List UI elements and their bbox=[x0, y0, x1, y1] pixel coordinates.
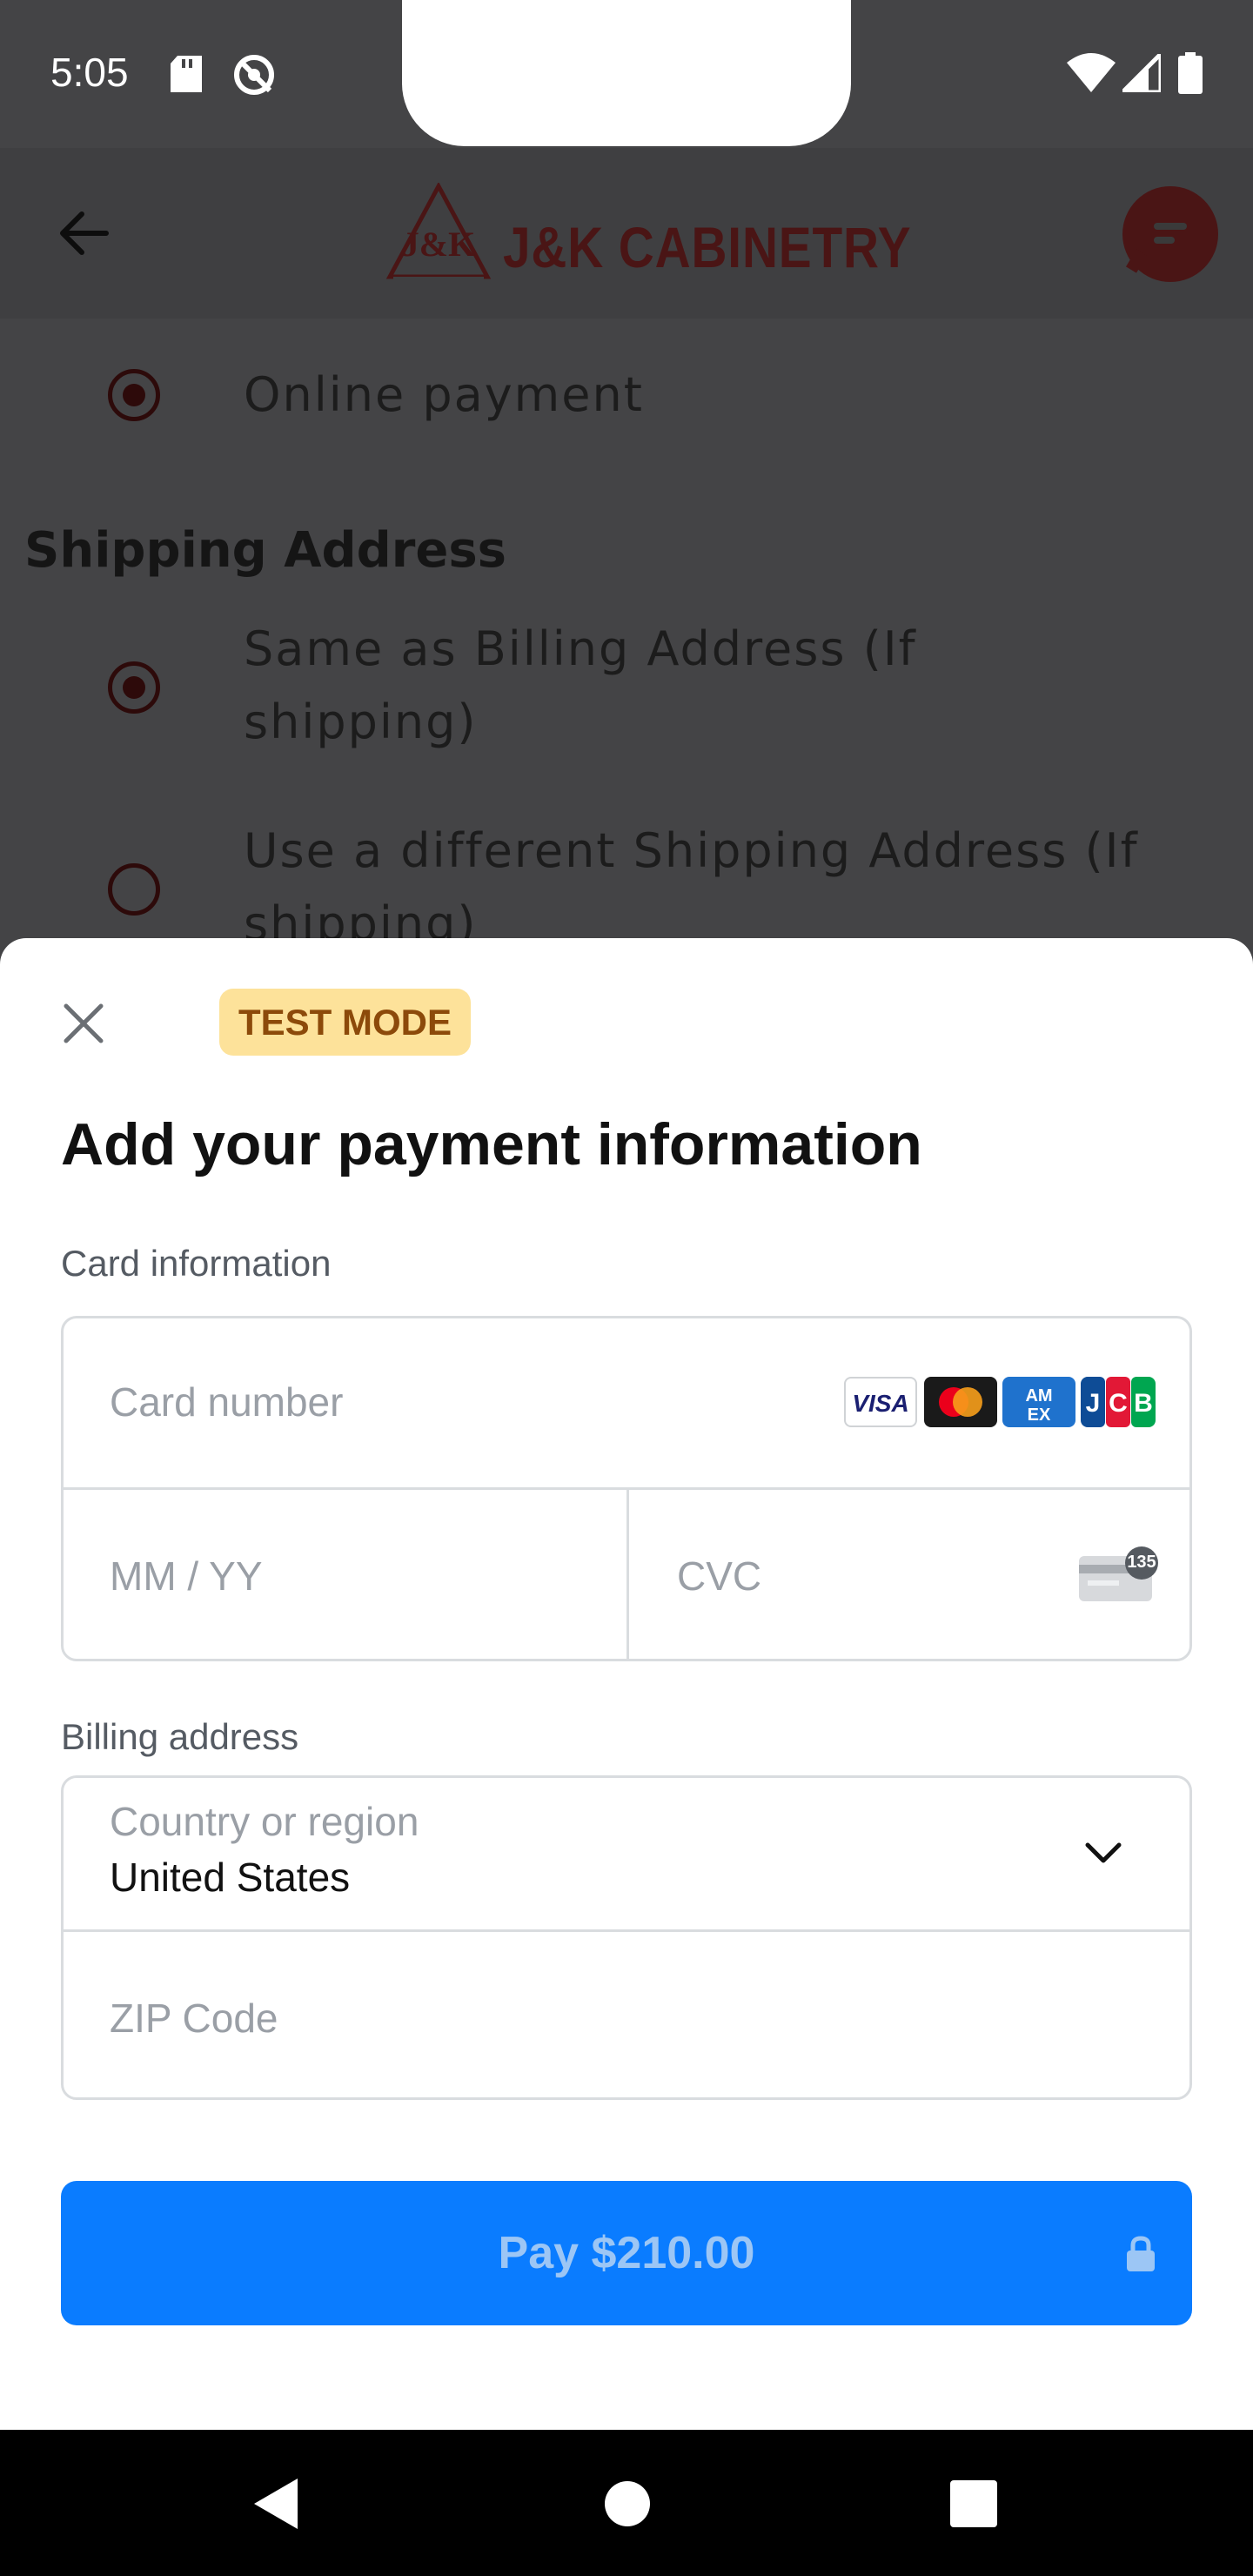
pay-button[interactable]: Pay $210.00 bbox=[61, 2181, 1192, 2325]
sd-card-icon bbox=[171, 56, 202, 96]
svg-text:VISA: VISA bbox=[852, 1390, 908, 1417]
chat-icon bbox=[1125, 223, 1187, 273]
radio-online-payment[interactable] bbox=[108, 369, 160, 421]
wifi-icon bbox=[1067, 52, 1116, 96]
card-number-placeholder: Card number bbox=[110, 1379, 344, 1425]
svg-text:EX: EX bbox=[1028, 1405, 1051, 1425]
card-information-label: Card information bbox=[61, 1243, 332, 1284]
svg-text:AM: AM bbox=[1025, 1386, 1052, 1405]
chat-button[interactable] bbox=[1122, 186, 1218, 282]
radio-same-as-billing[interactable] bbox=[108, 661, 160, 714]
cvc-placeholder: CVC bbox=[677, 1553, 762, 1599]
no-sync-icon bbox=[231, 52, 277, 101]
same-as-billing-label: Same as Billing Address (If shipping) bbox=[244, 621, 917, 749]
svg-text:C: C bbox=[1109, 1389, 1128, 1418]
display-notch bbox=[402, 0, 851, 146]
nav-back-icon[interactable] bbox=[252, 2477, 301, 2534]
battery-icon bbox=[1178, 52, 1203, 97]
status-time: 5:05 bbox=[50, 50, 129, 95]
close-icon bbox=[64, 1003, 104, 1043]
brand-logo: J&K J&K CABINETRY bbox=[385, 183, 911, 285]
back-arrow-icon[interactable] bbox=[56, 205, 111, 265]
country-label: Country or region bbox=[110, 1799, 419, 1844]
svg-text:B: B bbox=[1134, 1389, 1153, 1418]
sheet-title: Add your payment information bbox=[61, 1111, 922, 1177]
svg-text:J&K: J&K bbox=[402, 225, 475, 264]
svg-text:J: J bbox=[1086, 1389, 1101, 1418]
pay-button-label: Pay $210.00 bbox=[498, 2228, 755, 2278]
visa-logo-icon: VISA bbox=[844, 1377, 917, 1427]
zip-code-placeholder: ZIP Code bbox=[110, 1996, 278, 2041]
country-value: United States bbox=[110, 1855, 351, 1900]
logo-mark-icon: J&K bbox=[385, 183, 492, 284]
mastercard-logo-icon bbox=[924, 1377, 997, 1427]
nav-home-icon[interactable] bbox=[604, 2480, 651, 2531]
jcb-logo-icon: JCB bbox=[1081, 1377, 1156, 1427]
shipping-address-title: Shipping Address bbox=[24, 522, 506, 579]
cvc-card-icon: 135 bbox=[1077, 1546, 1159, 1603]
billing-address-label: Billing address bbox=[61, 1716, 299, 1757]
chevron-down-icon[interactable] bbox=[1084, 1840, 1122, 1869]
expiry-placeholder: MM / YY bbox=[110, 1553, 263, 1599]
amex-logo-icon: AM EX bbox=[1002, 1377, 1075, 1427]
cvc-sample-digits: 135 bbox=[1127, 1553, 1156, 1572]
lock-icon bbox=[1127, 2236, 1155, 2271]
signal-icon bbox=[1116, 48, 1163, 96]
test-mode-badge: TEST MODE bbox=[219, 989, 472, 1056]
brand-name: J&K CABINETRY bbox=[503, 215, 912, 279]
nav-recents-icon[interactable] bbox=[950, 2480, 997, 2531]
close-button[interactable] bbox=[52, 992, 115, 1055]
radio-different-address[interactable] bbox=[108, 863, 160, 916]
online-payment-label: Online payment bbox=[244, 367, 644, 422]
